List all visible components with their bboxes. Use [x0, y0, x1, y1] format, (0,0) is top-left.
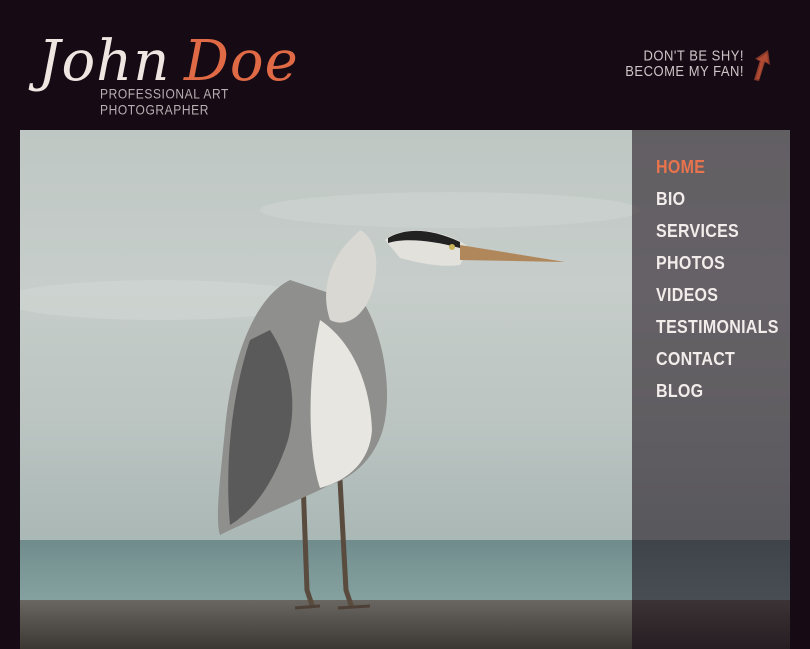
fan-line-2: BECOME MY FAN!	[625, 62, 744, 80]
nav-item-blog[interactable]: BLOG	[656, 382, 703, 403]
arrow-up-right-icon[interactable]	[748, 48, 774, 82]
nav-item-home[interactable]: HOME	[656, 158, 705, 179]
site-header: John Doe PROFESSIONAL ART PHOTOGRAPHER D…	[0, 0, 810, 130]
nav-item-contact[interactable]: CONTACT	[656, 350, 735, 371]
nav-item-services[interactable]: SERVICES	[656, 222, 739, 243]
become-fan-link[interactable]: DON'T BE SHY! BECOME MY FAN!	[625, 47, 744, 80]
nav-item-videos[interactable]: VIDEOS	[656, 286, 718, 307]
hero-photo: HOME BIO SERVICES PHOTOS VIDEOS TESTIMON…	[20, 130, 790, 649]
fan-line-1: DON'T BE SHY!	[643, 47, 744, 64]
nav-item-bio[interactable]: BIO	[656, 190, 685, 211]
logo[interactable]: John Doe PROFESSIONAL ART PHOTOGRAPHER	[38, 22, 318, 118]
main-nav: HOME BIO SERVICES PHOTOS VIDEOS TESTIMON…	[632, 130, 790, 649]
nav-item-testimonials[interactable]: TESTIMONIALS	[656, 318, 779, 339]
tagline: PROFESSIONAL ART PHOTOGRAPHER	[100, 85, 229, 119]
nav-item-photos[interactable]: PHOTOS	[656, 254, 725, 275]
